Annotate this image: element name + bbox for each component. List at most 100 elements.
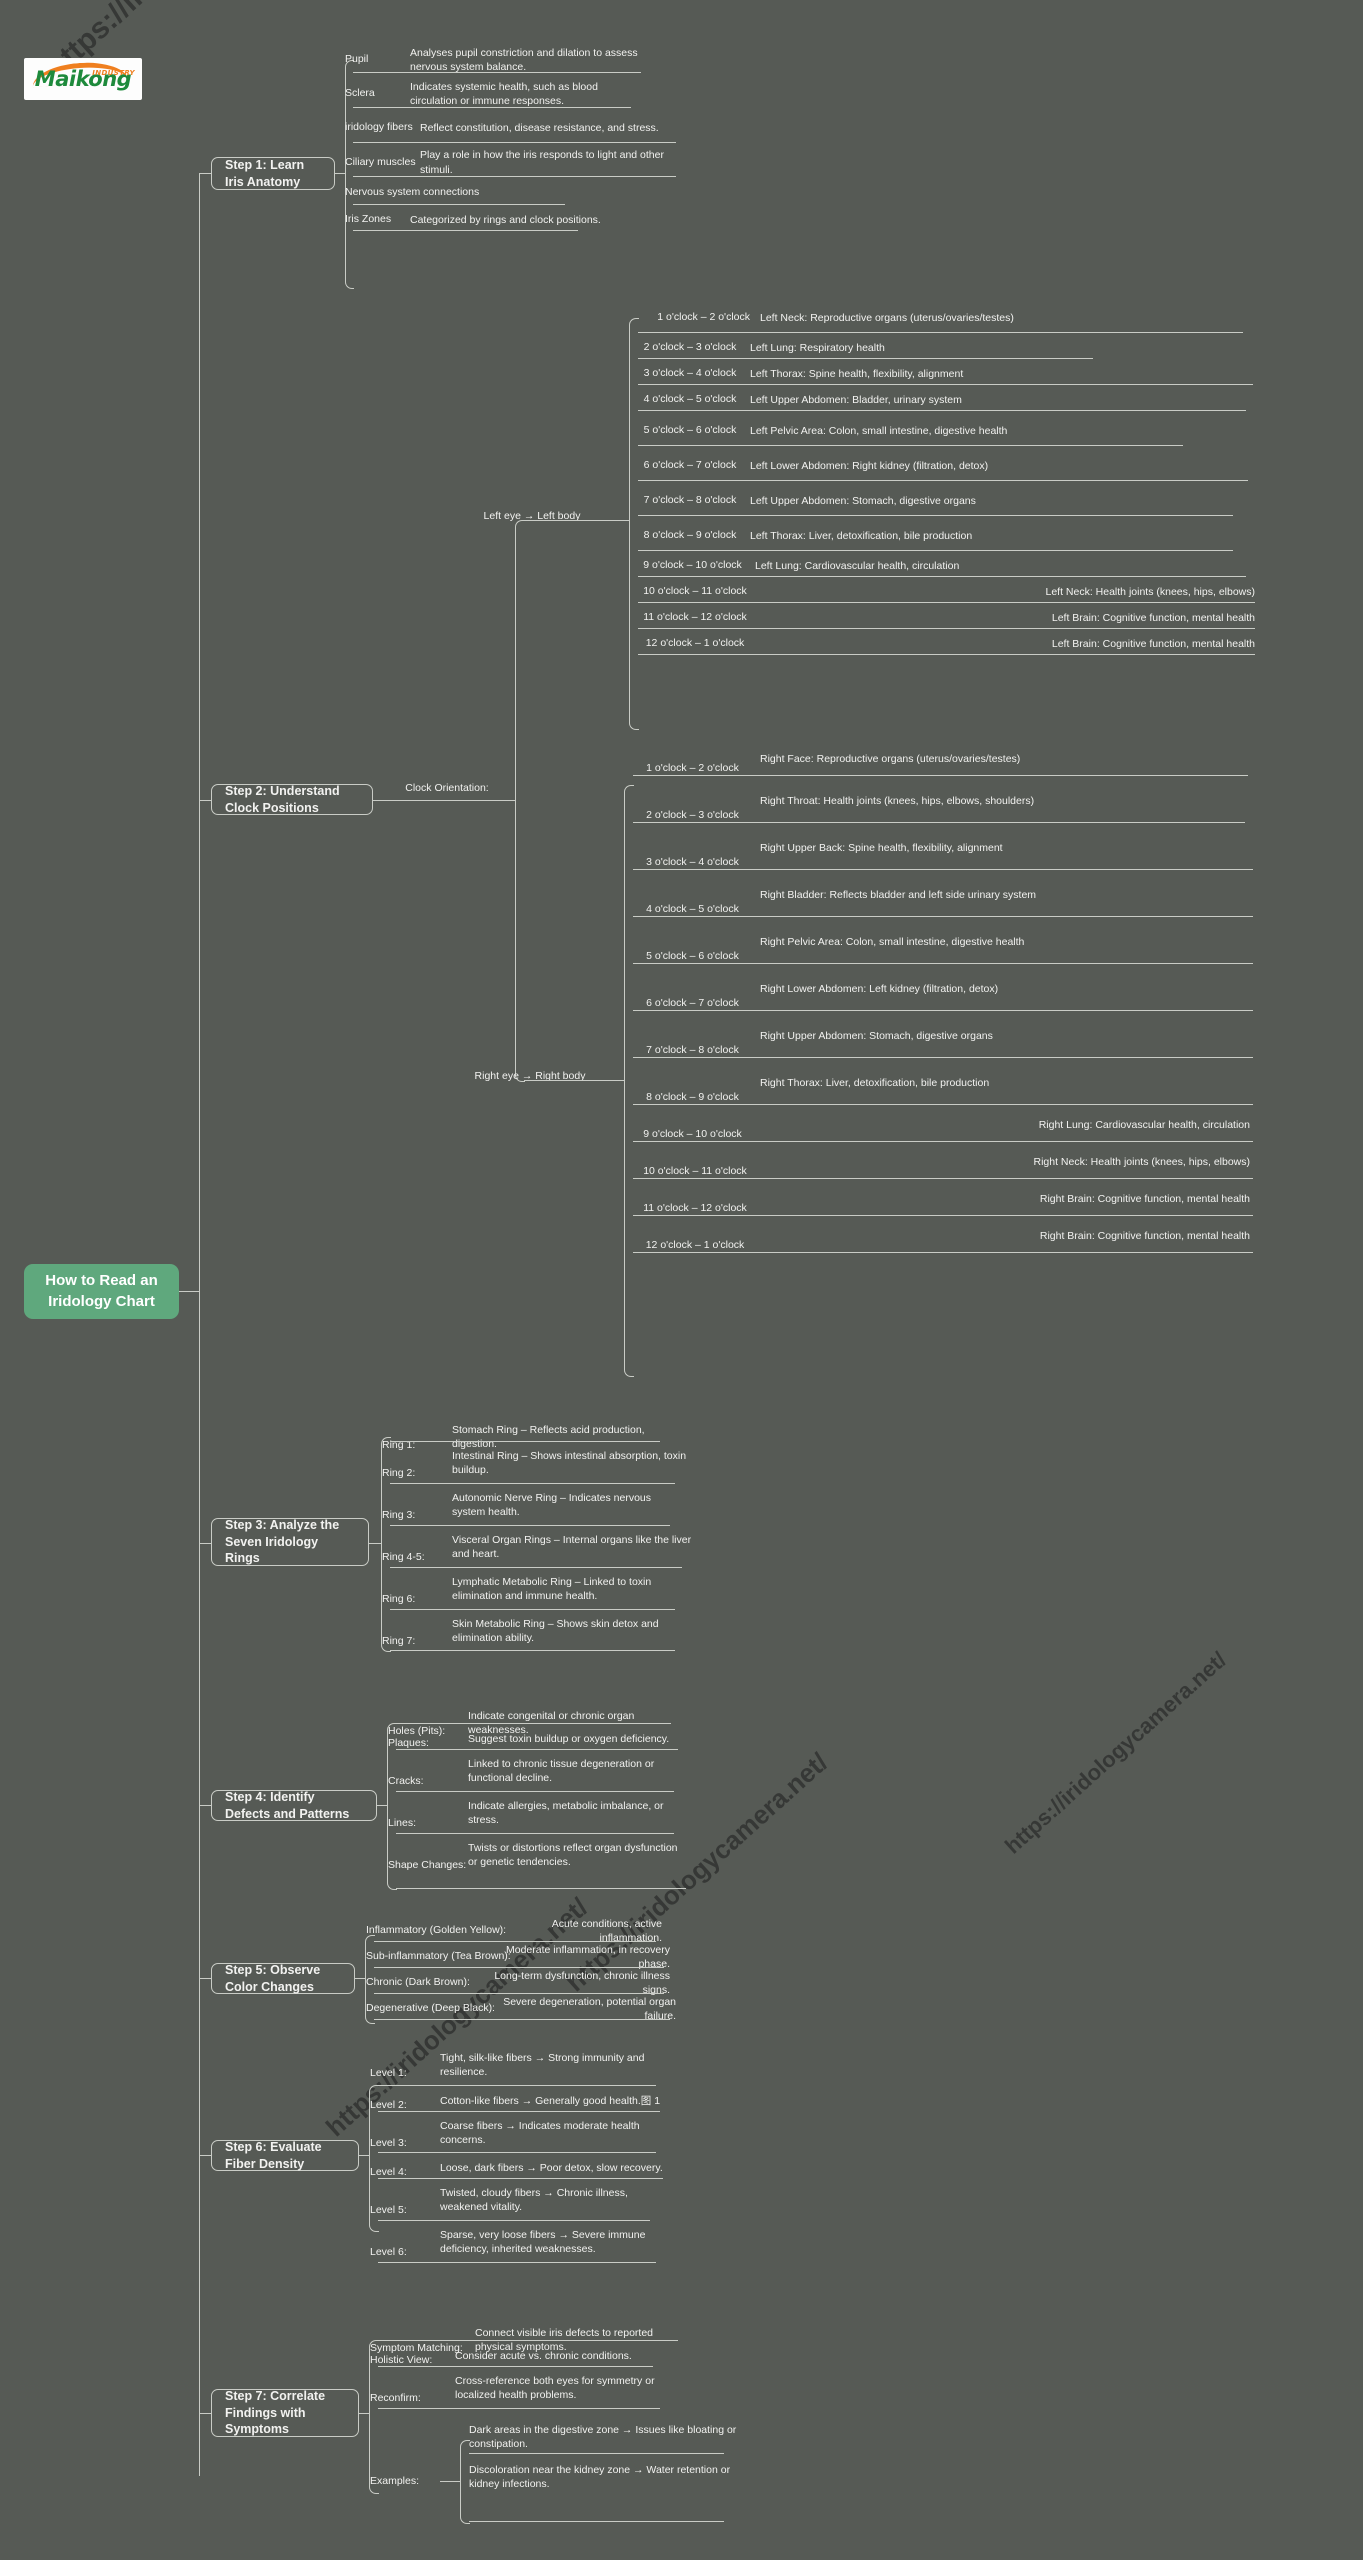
- leaf-key: 1 o'clock – 2 o'clock: [657, 311, 750, 324]
- leaf-item[interactable]: Shape Changes: Twists or distortions ref…: [388, 1837, 688, 1873]
- leaf-item[interactable]: 6 o'clock – 7 o'clock Left Lower Abdomen…: [630, 449, 1150, 483]
- leaf-item[interactable]: Nervous system connections: [345, 180, 605, 206]
- leaf-item[interactable]: 12 o'clock – 1 o'clock Left Brain: Cogni…: [630, 632, 1255, 656]
- leaf-item[interactable]: 3 o'clock – 4 o'clock Left Thorax: Spine…: [630, 362, 1250, 386]
- leaf-item[interactable]: 8 o'clock – 9 o'clock Right Thorax: Live…: [625, 1061, 1250, 1105]
- step-node-6[interactable]: Step 6: Evaluate Fiber Density: [211, 2140, 359, 2171]
- leaf-item[interactable]: Level 3: Coarse fibers → Indicates moder…: [370, 2115, 665, 2151]
- leaf-key: 10 o'clock – 11 o'clock: [643, 585, 747, 598]
- leaf-item[interactable]: Holistic View: Consider acute vs. chroni…: [370, 2344, 670, 2368]
- leaf-item[interactable]: 7 o'clock – 8 o'clock Left Upper Abdomen…: [630, 484, 1130, 518]
- leaf-item[interactable]: 5 o'clock – 6 o'clock Left Pelvic Area: …: [630, 414, 1130, 448]
- leaf-item[interactable]: Level 5: Twisted, cloudy fibers → Chroni…: [370, 2182, 665, 2218]
- root-node[interactable]: How to Read an Iridology Chart: [24, 1264, 179, 1319]
- leaf-value: Coarse fibers → Indicates moderate healt…: [440, 2119, 640, 2146]
- root-node-label: How to Read an Iridology Chart: [45, 1272, 158, 1310]
- step-node-4[interactable]: Step 4: Identify Defects and Patterns: [211, 1790, 377, 1821]
- leaf-item[interactable]: Degenerative (Deep Black): Severe degene…: [366, 1996, 676, 2022]
- leaf-item[interactable]: 9 o'clock – 10 o'clock Right Lung: Cardi…: [625, 1108, 1250, 1142]
- leaf-underline: [378, 2178, 663, 2179]
- leaf-underline: [378, 2340, 678, 2341]
- connector: [199, 1805, 211, 1806]
- leaf-underline: [633, 1141, 1253, 1142]
- leaf-key: Iris Zones: [345, 213, 392, 226]
- leaf-item[interactable]: Lines: Indicate allergies, metabolic imb…: [388, 1795, 678, 1831]
- leaf-underline: [396, 1888, 686, 1889]
- leaf-item[interactable]: Ciliary muscles Play a role in how the i…: [345, 146, 680, 179]
- leaf-item[interactable]: 7 o'clock – 8 o'clock Right Upper Abdome…: [625, 1014, 1250, 1058]
- leaf-item[interactable]: 11 o'clock – 12 o'clock Right Brain: Cog…: [625, 1182, 1250, 1216]
- connector: [355, 1978, 365, 1979]
- leaf-key: Level 1:: [370, 2067, 407, 2080]
- leaf-item[interactable]: Level 6: Sparse, very loose fibers → Sev…: [370, 2224, 670, 2260]
- leaf-underline: [638, 384, 1253, 385]
- leaf-value: Right Thorax: Liver, detoxification, bil…: [760, 1076, 990, 1089]
- leaf-item[interactable]: 10 o'clock – 11 o'clock Left Neck: Healt…: [630, 580, 1255, 604]
- leaf-value: Left Thorax: Spine health, flexibility, …: [750, 367, 964, 380]
- leaf-item[interactable]: 4 o'clock – 5 o'clock Left Upper Abdomen…: [630, 388, 1245, 412]
- step-node-2[interactable]: Step 2: Understand Clock Positions: [211, 784, 373, 815]
- leaf-value: Right Face: Reproductive organs (uterus/…: [760, 752, 1021, 765]
- leaf-item[interactable]: 12 o'clock – 1 o'clock Right Brain: Cogn…: [625, 1219, 1250, 1253]
- leaf-item[interactable]: Ring 4-5: Visceral Organ Rings – Interna…: [382, 1529, 692, 1565]
- leaf-key: Inflammatory (Golden Yellow):: [366, 1924, 507, 1937]
- leaf-underline: [378, 2408, 660, 2409]
- leaf-value: Lymphatic Metabolic Ring – Linked to tox…: [452, 1575, 652, 1602]
- step-node-1[interactable]: Step 1: Learn Iris Anatomy: [211, 157, 335, 190]
- leaf-underline: [390, 1441, 660, 1442]
- leaf-item[interactable]: 1 o'clock – 2 o'clock Right Face: Reprod…: [625, 742, 1250, 776]
- leaf-key: Ring 2:: [382, 1467, 416, 1480]
- leaf-underline: [638, 602, 1255, 603]
- leaf-value: Analyses pupil constriction and dilation…: [410, 46, 638, 73]
- step-node-7[interactable]: Step 7: Correlate Findings with Symptoms: [211, 2389, 359, 2437]
- leaf-item[interactable]: Ring 7: Skin Metabolic Ring – Shows skin…: [382, 1613, 682, 1649]
- leaf-underline: [633, 1215, 1253, 1216]
- leaf-item[interactable]: 6 o'clock – 7 o'clock Right Lower Abdome…: [625, 967, 1250, 1011]
- leaf-value: Left Lung: Respiratory health: [750, 341, 885, 354]
- leaf-key: Level 5:: [370, 2204, 407, 2217]
- example-item[interactable]: Dark areas in the digestive zone → Issue…: [469, 2419, 739, 2455]
- leaf-item[interactable]: 5 o'clock – 6 o'clock Right Pelvic Area:…: [625, 920, 1250, 964]
- leaf-value: Right Lung: Cardiovascular health, circu…: [1038, 1118, 1250, 1131]
- leaf-item[interactable]: Plaques: Suggest toxin buildup or oxygen…: [388, 1727, 676, 1751]
- leaf-item[interactable]: 2 o'clock – 3 o'clock Right Throat: Heal…: [625, 779, 1250, 823]
- leaf-item[interactable]: Reconfirm: Cross-reference both eyes for…: [370, 2370, 665, 2406]
- leaf-underline: [633, 1178, 1253, 1179]
- leaf-underline: [378, 2152, 656, 2153]
- leaf-underline: [638, 332, 1243, 333]
- leaf-value: Autonomic Nerve Ring – Indicates nervous…: [452, 1491, 652, 1518]
- step-node-3[interactable]: Step 3: Analyze the Seven Iridology Ring…: [211, 1518, 369, 1566]
- leaf-item[interactable]: 1 o'clock – 2 o'clock Left Neck: Reprodu…: [630, 302, 1250, 334]
- step-node-5[interactable]: Step 5: Observe Color Changes: [211, 1963, 355, 1994]
- leaf-item[interactable]: Ring 2: Intestinal Ring – Shows intestin…: [382, 1445, 687, 1481]
- connector: [199, 2155, 211, 2156]
- leaf-item[interactable]: 4 o'clock – 5 o'clock Right Bladder: Ref…: [625, 873, 1250, 917]
- leaf-item[interactable]: Cracks: Linked to chronic tissue degener…: [388, 1753, 678, 1789]
- leaf-key: 11 o'clock – 12 o'clock: [643, 1202, 747, 1215]
- leaf-item[interactable]: Ring 6: Lymphatic Metabolic Ring – Linke…: [382, 1571, 682, 1607]
- leaf-key: Pupil: [345, 53, 369, 66]
- leaf-item[interactable]: Inflammatory (Golden Yellow): Acute cond…: [366, 1918, 662, 1944]
- leaf-item[interactable]: Level 2: Cotton-like fibers → Generally …: [370, 2089, 670, 2113]
- leaf-item[interactable]: Sclera Indicates systemic health, such a…: [345, 78, 635, 110]
- leaf-item[interactable]: 11 o'clock – 12 o'clock Left Brain: Cogn…: [630, 606, 1255, 630]
- leaf-value: Consider acute vs. chronic conditions.: [455, 2349, 632, 2362]
- leaf-item[interactable]: Level 4: Loose, dark fibers → Poor detox…: [370, 2156, 670, 2180]
- leaf-item[interactable]: 2 o'clock – 3 o'clock Left Lung: Respira…: [630, 336, 1100, 360]
- example-item[interactable]: Discoloration near the kidney zone → Wat…: [469, 2459, 739, 2495]
- leaf-item[interactable]: Level 1: Tight, silk-like fibers → Stron…: [370, 2049, 670, 2081]
- leaf-item[interactable]: Chronic (Dark Brown): Long-term dysfunct…: [366, 1970, 670, 1996]
- leaf-item[interactable]: 8 o'clock – 9 o'clock Left Thorax: Liver…: [630, 519, 1130, 553]
- leaf-item[interactable]: Ring 3: Autonomic Nerve Ring – Indicates…: [382, 1487, 682, 1523]
- leaf-underline: [378, 2262, 656, 2263]
- leaf-item[interactable]: 9 o'clock – 10 o'clock Left Lung: Cardio…: [630, 554, 1250, 578]
- leaf-underline: [390, 1567, 682, 1568]
- leaf-item[interactable]: Sub-inflammatory (Tea Brown): Moderate i…: [366, 1944, 670, 1970]
- left-eye-label: Left eye → Left body: [483, 510, 581, 522]
- leaf-key: Shape Changes:: [388, 1859, 467, 1872]
- leaf-item[interactable]: iridology fibers Reflect constitution, d…: [345, 111, 680, 145]
- leaf-item[interactable]: 10 o'clock – 11 o'clock Right Neck: Heal…: [625, 1145, 1250, 1179]
- leaf-item[interactable]: 3 o'clock – 4 o'clock Right Upper Back: …: [625, 826, 1250, 870]
- connector: [373, 800, 515, 801]
- leaf-underline: [638, 410, 1246, 411]
